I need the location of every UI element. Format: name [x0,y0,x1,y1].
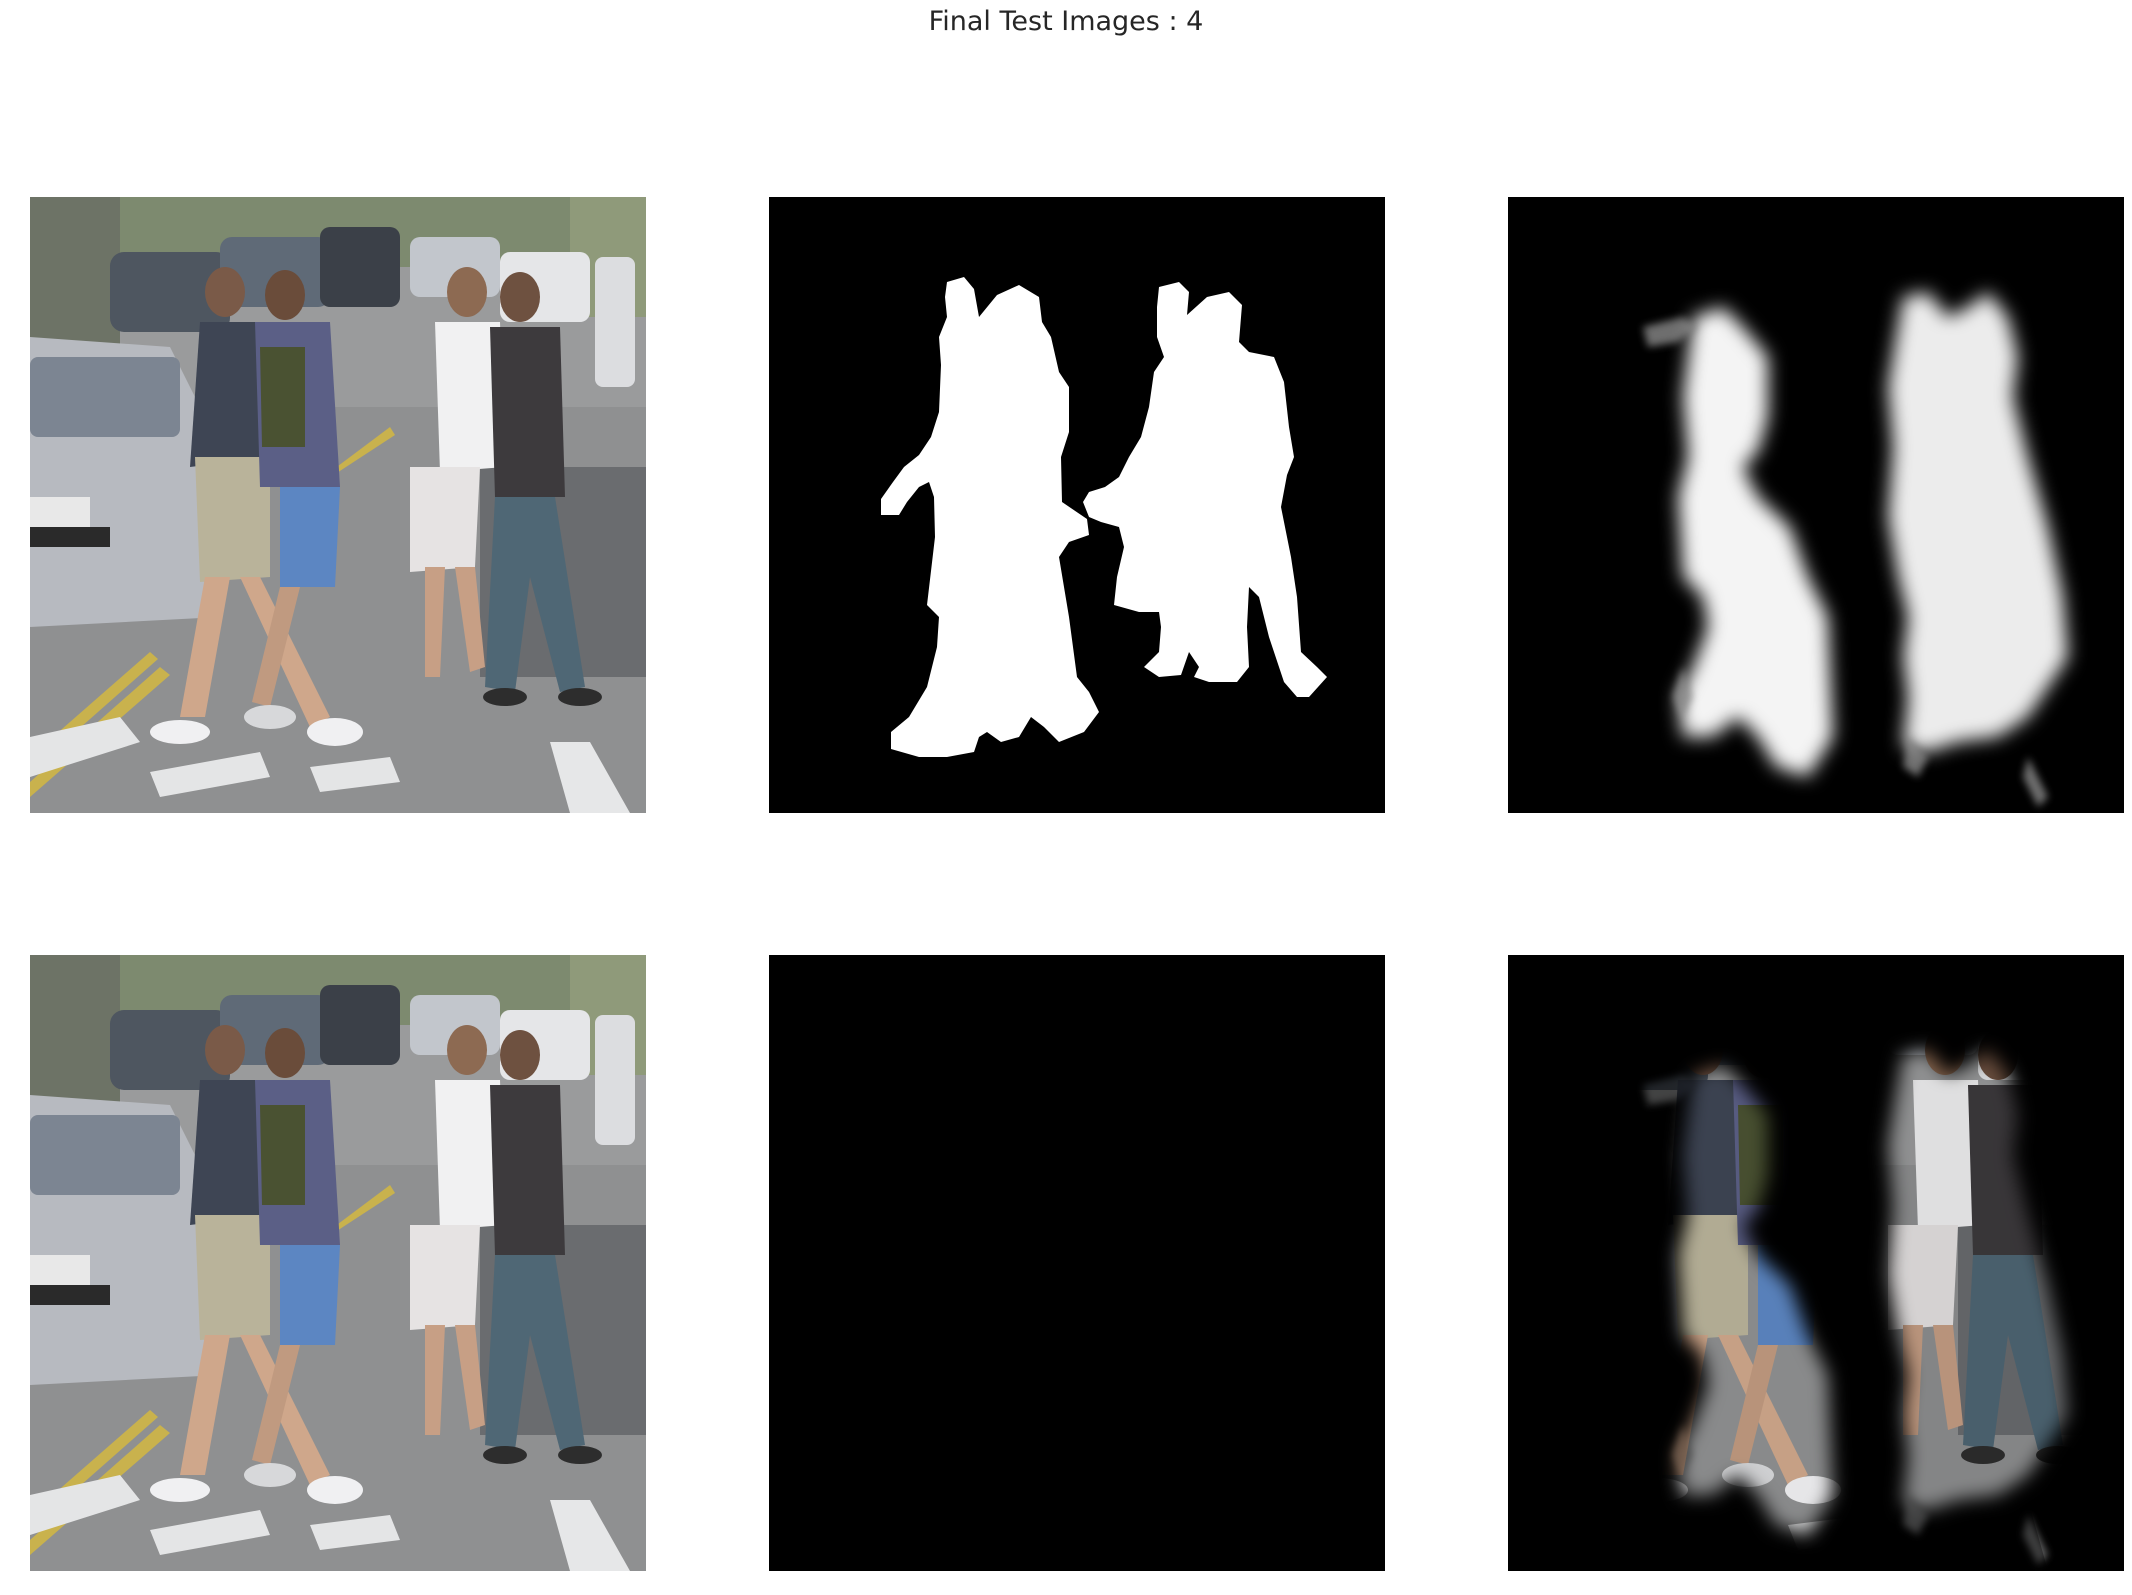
ground-truth-mask [769,197,1385,813]
ground-truth-masked-image [769,955,1385,1571]
ground-truth-masked-image-panel [769,955,1385,1571]
ground-truth-mask-panel [769,197,1385,813]
figure-title: Final Test Images : 4 [928,6,1204,37]
predicted-mask [1508,197,2124,813]
predicted-mask-panel [1508,197,2124,813]
predicted-masked-image [1508,955,2124,1571]
original-image-panel [30,955,646,1571]
original-image [30,197,646,813]
original-image-panel [30,197,646,813]
predicted-masked-image-panel [1508,955,2124,1571]
original-image [30,955,646,1571]
